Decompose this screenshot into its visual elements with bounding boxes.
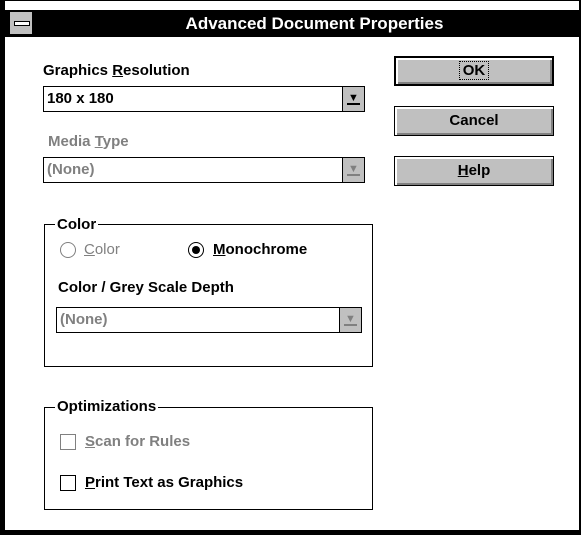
color-radio[interactable] [60, 242, 76, 258]
monochrome-radio[interactable] [188, 242, 204, 258]
help-button-label: elp [468, 162, 491, 179]
help-button[interactable]: Help [394, 156, 554, 186]
media-type-label: Media Type [48, 133, 129, 151]
help-button-key: H [457, 162, 469, 179]
graphics-resolution-label-pre: Graphics [43, 62, 113, 79]
print-text-as-graphics-checkbox[interactable] [60, 475, 76, 491]
cancel-button-label: Cancel [449, 112, 499, 129]
graphics-resolution-label-post: esolution [123, 62, 190, 79]
dropdown-arrow-icon[interactable]: ▼ [342, 87, 364, 111]
cancel-button[interactable]: Cancel [394, 106, 554, 136]
print-text-as-graphics-key: P [85, 474, 96, 491]
media-type-value: (None) [47, 161, 95, 178]
graphics-resolution-value: 180 x 180 [47, 90, 114, 107]
dropdown-arrow-icon[interactable]: ▼ [342, 158, 364, 182]
graphics-resolution-select[interactable]: 180 x 180 ▼ [43, 86, 365, 112]
window-title: Advanced Document Properties [185, 14, 444, 33]
color-group-title: Color [55, 216, 99, 234]
optimizations-groupbox [44, 407, 373, 510]
ok-button[interactable]: OK [394, 56, 554, 86]
scan-for-rules-label[interactable]: Scan for Rules [85, 433, 190, 451]
media-type-label-key: T [94, 133, 103, 150]
monochrome-radio-label[interactable]: Monochrome [213, 241, 307, 259]
optimizations-group-title: Optimizations [55, 398, 159, 416]
monochrome-radio-key: M [213, 241, 226, 258]
scan-for-rules-key: S [85, 433, 96, 450]
dropdown-arrow-icon[interactable]: ▼ [339, 308, 361, 332]
title-bar[interactable]: Advanced Document Properties [5, 10, 579, 37]
print-text-as-graphics-text: rint Text as Graphics [95, 474, 244, 491]
monochrome-radio-text: onochrome [225, 241, 308, 258]
system-menu-icon[interactable] [9, 11, 33, 35]
ok-button-label: OK [458, 61, 490, 80]
print-text-as-graphics-label[interactable]: Print Text as Graphics [85, 474, 243, 492]
color-radio-label[interactable]: Color [84, 241, 120, 259]
color-depth-value: (None) [60, 311, 108, 328]
color-radio-key: C [84, 241, 95, 258]
media-type-label-pre: Media [48, 133, 95, 150]
color-radio-text: olor [94, 241, 120, 258]
scan-for-rules-checkbox[interactable] [60, 434, 76, 450]
color-depth-select[interactable]: (None) ▼ [56, 307, 362, 333]
graphics-resolution-label: Graphics Resolution [43, 62, 190, 80]
radio-selected-dot [192, 246, 200, 254]
color-depth-label: Color / Grey Scale Depth [58, 279, 234, 296]
media-type-select[interactable]: (None) ▼ [43, 157, 365, 183]
system-menu-bar [14, 21, 30, 26]
scan-for-rules-text: can for Rules [95, 433, 191, 450]
graphics-resolution-label-key: R [112, 62, 124, 79]
media-type-label-post: ype [102, 133, 129, 150]
